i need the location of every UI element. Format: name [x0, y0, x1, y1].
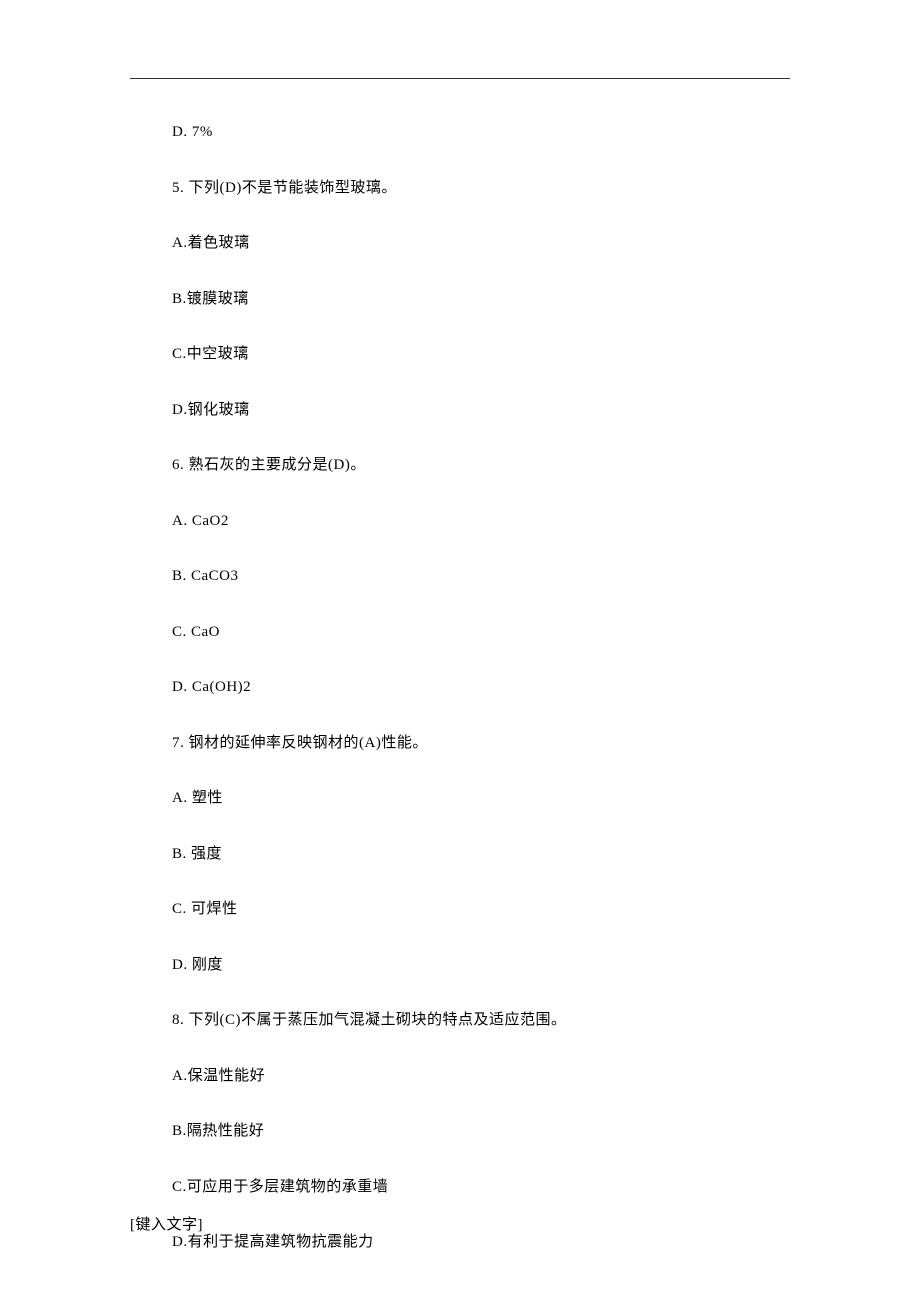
content-area: D. 7% 5. 下列(D)不是节能装饰型玻璃。 A.着色玻璃 B.镀膜玻璃 C… — [130, 121, 790, 1254]
text-line: D.有利于提高建筑物抗震能力 — [172, 1231, 790, 1254]
text-line: 8. 下列(C)不属于蒸压加气混凝土砌块的特点及适应范围。 — [172, 1009, 790, 1032]
footer-placeholder: [键入文字] — [130, 1213, 203, 1234]
text-line: 6. 熟石灰的主要成分是(D)。 — [172, 454, 790, 477]
text-line: C. 可焊性 — [172, 898, 790, 921]
text-line: 7. 钢材的延伸率反映钢材的(A)性能。 — [172, 732, 790, 755]
text-line: C.可应用于多层建筑物的承重墙 — [172, 1176, 790, 1199]
text-line: B. CaCO3 — [172, 565, 790, 588]
text-line: D. Ca(OH)2 — [172, 676, 790, 699]
page-container: D. 7% 5. 下列(D)不是节能装饰型玻璃。 A.着色玻璃 B.镀膜玻璃 C… — [0, 0, 920, 1254]
text-line: B.镀膜玻璃 — [172, 288, 790, 311]
text-line: B.隔热性能好 — [172, 1120, 790, 1143]
text-line: A. 塑性 — [172, 787, 790, 810]
text-line: 5. 下列(D)不是节能装饰型玻璃。 — [172, 177, 790, 200]
text-line: D. 7% — [172, 121, 790, 144]
text-line: C. CaO — [172, 621, 790, 644]
text-line: A.保温性能好 — [172, 1065, 790, 1088]
text-line: D. 刚度 — [172, 954, 790, 977]
text-line: C.中空玻璃 — [172, 343, 790, 366]
text-line: B. 强度 — [172, 843, 790, 866]
text-line: A. CaO2 — [172, 510, 790, 533]
text-line: A.着色玻璃 — [172, 232, 790, 255]
text-line: D.钢化玻璃 — [172, 399, 790, 422]
header-divider — [130, 78, 790, 79]
